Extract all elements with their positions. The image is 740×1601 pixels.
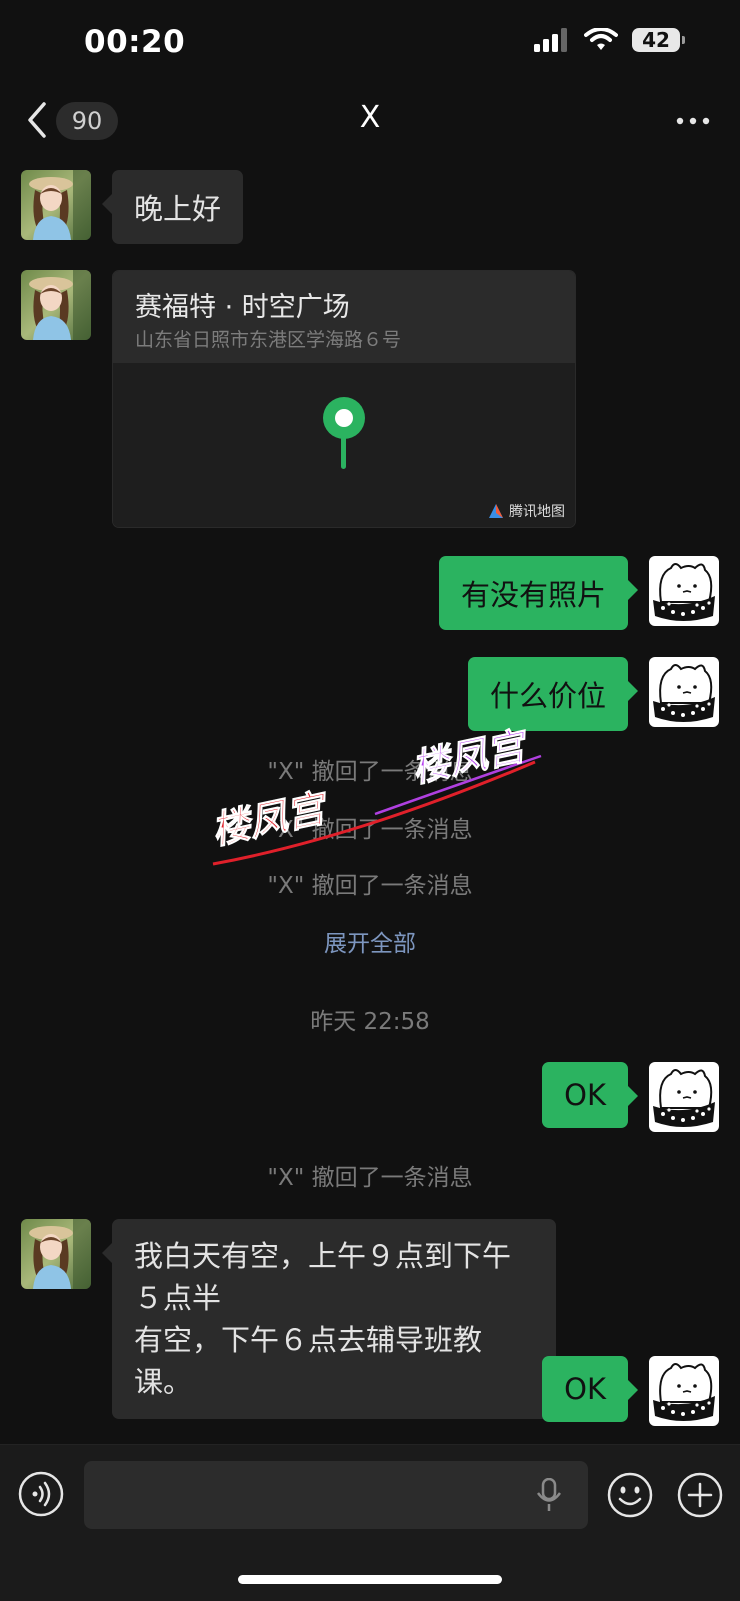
contact-avatar[interactable] (21, 270, 91, 340)
message-bubble-outgoing[interactable]: OK (542, 1356, 638, 1422)
location-address: 山东省日照市东港区学海路６号 (135, 329, 402, 351)
message-bubble-outgoing[interactable]: OK (542, 1062, 638, 1128)
svg-text:楼凤宫: 楼凤宫 (208, 785, 334, 853)
plus-icon[interactable] (676, 1471, 724, 1519)
emoji-icon[interactable] (606, 1471, 654, 1519)
message-text: OK (564, 1078, 606, 1112)
status-icons: 42 (534, 28, 685, 52)
message-bubble-outgoing[interactable]: 有没有照片 (438, 556, 639, 630)
message-text: OK (564, 1372, 606, 1406)
expand-all-link[interactable]: 展开全部 (0, 924, 740, 958)
message-bubble-incoming[interactable]: 晚上好 (101, 170, 244, 244)
my-avatar[interactable] (649, 657, 719, 727)
contact-avatar[interactable] (21, 170, 91, 240)
signal-icon (534, 28, 567, 52)
message-text: 什么价位 (489, 679, 606, 713)
map-credit-text: 腾讯地图 (509, 504, 565, 520)
status-time: 00:20 (84, 24, 186, 60)
chat-title: X (359, 100, 381, 135)
location-map: 腾讯地图 (113, 363, 575, 527)
message-text: 晚上好 (134, 192, 222, 226)
chat-header: 90 X (0, 84, 740, 154)
message-text-line: 我白天有空，上午９点到下午５点半 (134, 1239, 512, 1315)
map-credit: 腾讯地图 (487, 501, 565, 521)
battery-level: 42 (642, 28, 670, 52)
location-card[interactable]: 赛福特 · 时空广场 山东省日照市东港区学海路６号 腾讯地图 (112, 270, 576, 528)
map-pin-icon (323, 397, 365, 469)
contact-avatar[interactable] (21, 1219, 91, 1289)
wifi-icon (584, 28, 618, 50)
battery-indicator: 42 (632, 28, 685, 52)
location-name: 赛福特 · 时空广场 (135, 292, 350, 323)
home-indicator[interactable] (238, 1575, 502, 1584)
watermark: 楼凤宫 楼凤宫 (207, 723, 542, 866)
microphone-icon[interactable] (536, 1478, 562, 1512)
more-options-icon[interactable] (676, 106, 710, 136)
message-text: 有没有照片 (460, 578, 606, 612)
my-avatar[interactable] (649, 556, 719, 626)
tencent-map-logo-icon (489, 504, 503, 518)
my-avatar[interactable] (649, 1062, 719, 1132)
message-bubble-incoming[interactable]: 我白天有空，上午９点到下午５点半 有空，下午６点去辅导班教课。 (102, 1219, 556, 1419)
recall-notice: "X" 撤回了一条消息 (267, 1165, 473, 1191)
my-avatar[interactable] (649, 1356, 719, 1426)
voice-input-icon[interactable] (18, 1471, 64, 1517)
message-text-line: 有空，下午６点去辅导班教课。 (134, 1323, 483, 1399)
message-input[interactable] (84, 1461, 588, 1529)
timestamp: 昨天 22:58 (310, 1009, 430, 1035)
